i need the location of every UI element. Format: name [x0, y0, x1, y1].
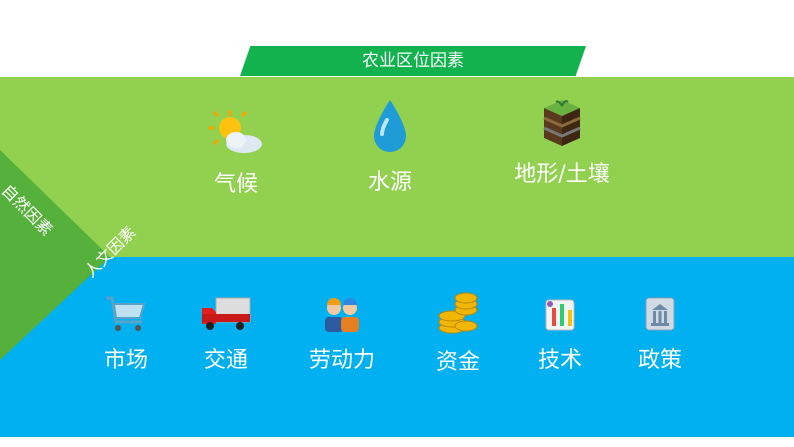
- truck-icon: [202, 297, 251, 330]
- factor-label: 地形/土壤: [514, 162, 610, 187]
- bottom-strip: [0, 437, 794, 447]
- water-drop-icon: [374, 100, 406, 152]
- factor-policy: 政策: [600, 294, 720, 374]
- factor-label: 交通: [203, 348, 248, 373]
- workers-icon: [325, 298, 359, 332]
- factor-label: 政策: [637, 348, 682, 373]
- shopping-cart-icon: [106, 296, 146, 331]
- soil-layers-icon: [543, 100, 581, 146]
- factor-labor: 劳动力: [282, 294, 402, 374]
- factor-label: 劳动力: [308, 348, 375, 373]
- factor-label: 水源: [367, 170, 412, 195]
- factor-terrain-soil: 地形/土壤: [502, 98, 622, 188]
- factor-transport: 交通: [166, 294, 286, 374]
- government-icon: [645, 297, 675, 331]
- page-title: 农业区位因素: [240, 46, 586, 76]
- lab-icon: [545, 299, 575, 331]
- factor-label: 气候: [213, 172, 258, 197]
- factor-water: 水源: [330, 98, 450, 196]
- coins-icon: [438, 292, 478, 334]
- factor-climate: 气候: [176, 108, 296, 198]
- sun-cloud-icon: [208, 110, 262, 153]
